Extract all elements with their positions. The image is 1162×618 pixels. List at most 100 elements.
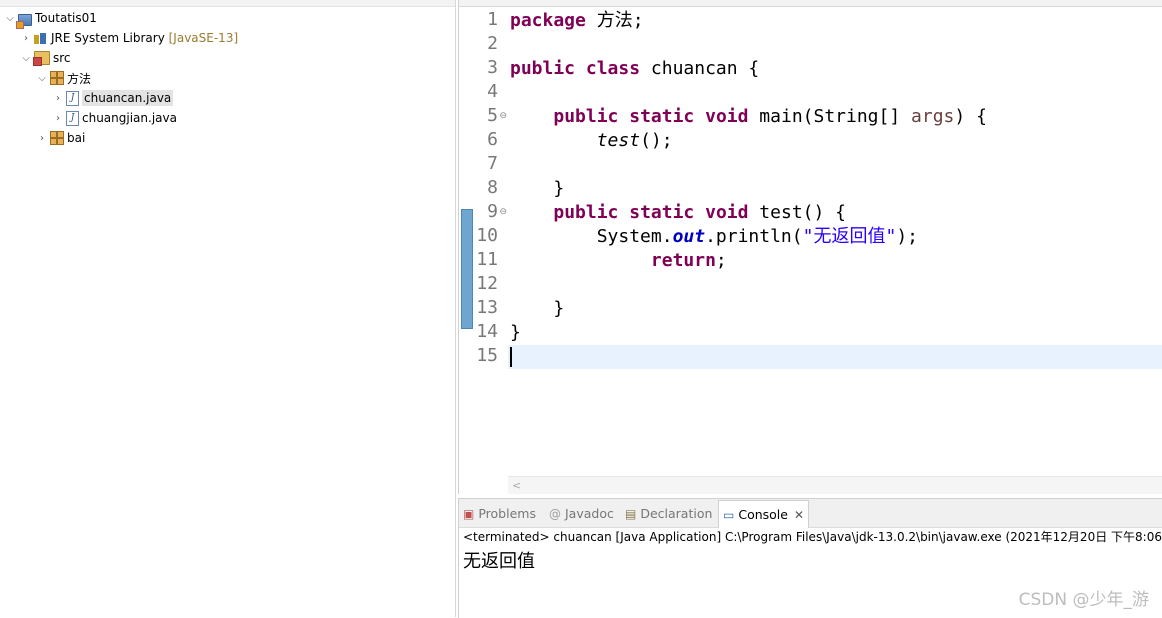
text-caret — [510, 347, 512, 367]
keyword: static — [629, 202, 695, 223]
code-text: chuancan { — [640, 58, 760, 79]
tree-item-src[interactable]: ⌵ src — [20, 48, 71, 68]
line-number: 2 — [487, 33, 498, 54]
close-icon[interactable]: ✕ — [794, 508, 804, 522]
code-text: main(String[] — [748, 106, 912, 127]
editor-tab-strip — [459, 0, 1162, 7]
parameter: args — [911, 106, 955, 127]
tree-item-jre-library[interactable]: › JRE System Library [JavaSE-13] — [20, 28, 238, 48]
chevron-right-icon[interactable]: › — [20, 28, 32, 48]
code-line-9[interactable]: public static void test() { — [510, 201, 846, 225]
chevron-down-icon[interactable]: ⌵ — [36, 68, 48, 88]
keyword: return — [650, 250, 716, 271]
package-explorer: ⌵ Toutatis01 › JRE System Library [JavaS… — [0, 0, 456, 617]
tree-item-label: src — [53, 51, 71, 65]
string-literal: "无返回值" — [802, 226, 897, 247]
library-icon — [34, 32, 48, 44]
declaration-icon: ▤ — [625, 507, 637, 521]
line-number: 15 — [476, 345, 498, 366]
horizontal-scrollbar[interactable]: < — [508, 476, 1162, 494]
tree-item-bai[interactable]: › bai — [36, 128, 85, 148]
tree-item-label: Toutatis01 — [35, 11, 97, 25]
tab-label: Javadoc — [565, 506, 614, 521]
code-text: ; — [715, 250, 727, 271]
console-status-line: <terminated> chuancan [Java Application]… — [463, 530, 1162, 544]
chevron-right-icon[interactable]: › — [52, 108, 64, 128]
code-line-14[interactable]: } — [510, 321, 521, 345]
tab-label: Console — [738, 507, 788, 522]
fold-collapse-icon[interactable]: ⊖ — [499, 200, 507, 224]
at-icon: @ — [549, 507, 561, 521]
chevron-right-icon[interactable]: › — [52, 88, 64, 108]
static-field: out — [672, 226, 706, 247]
line-number: 3 — [487, 57, 498, 78]
fold-collapse-icon[interactable]: ⊖ — [499, 104, 507, 128]
code-line-13[interactable]: } — [510, 297, 564, 321]
jre-version-label: [JavaSE-13] — [168, 31, 239, 45]
java-file-icon: J — [66, 110, 79, 126]
tree-item-project[interactable]: ⌵ Toutatis01 — [4, 8, 97, 29]
keyword: static — [629, 106, 695, 127]
keyword: public — [510, 58, 576, 79]
scroll-left-icon[interactable]: < — [512, 477, 521, 494]
line-number: 14 — [476, 321, 498, 342]
tree-item-package[interactable]: ⌵ 方法 — [36, 68, 91, 88]
code-text: test() { — [748, 202, 847, 223]
package-icon — [50, 71, 64, 85]
code-line-8[interactable]: } — [510, 177, 564, 201]
tree-item-label: chuangjian.java — [82, 111, 177, 125]
line-number: 1 — [487, 9, 498, 30]
project-icon — [16, 13, 32, 29]
tab-console[interactable]: ▭ Console ✕ — [718, 500, 810, 528]
code-text: } — [510, 322, 521, 343]
chevron-right-icon[interactable]: › — [36, 128, 48, 148]
console-icon: ▭ — [723, 508, 735, 522]
code-line-3[interactable]: public class chuancan { — [510, 57, 759, 81]
code-area[interactable]: package 方法; public class chuancan { publ… — [510, 9, 1162, 477]
code-line-6[interactable]: test(); — [510, 129, 673, 153]
code-text: 方法; — [585, 10, 644, 31]
tab-label: Declaration — [640, 506, 713, 521]
line-number: 4 — [487, 81, 498, 102]
java-file-icon: J — [66, 90, 79, 106]
line-number: 7 — [487, 153, 498, 174]
console-output[interactable]: 无返回值 — [463, 551, 535, 573]
tree-item-chuangjian-java[interactable]: › J chuangjian.java — [52, 108, 177, 128]
code-text: .println( — [705, 226, 803, 247]
panel-tab-bar: ▣ Problems @ Javadoc ▤ Declaration ▭ Console… — [459, 499, 1162, 528]
tree-item-label: JRE System Library — [51, 31, 165, 45]
code-line-1[interactable]: package 方法; — [510, 9, 644, 33]
tree-item-label: chuancan.java — [82, 90, 174, 106]
tab-declaration[interactable]: ▤ Declaration — [625, 499, 712, 527]
line-number: 5 — [487, 105, 498, 126]
line-number: 9 — [487, 201, 498, 222]
code-line-15[interactable] — [510, 345, 512, 369]
code-line-10[interactable]: System.out.println("无返回值"); — [510, 225, 918, 249]
line-number: 8 — [487, 177, 498, 198]
bottom-panel: ▣ Problems @ Javadoc ▤ Declaration ▭ Console… — [458, 498, 1162, 618]
chevron-down-icon[interactable]: ⌵ — [20, 48, 32, 68]
keyword: package — [510, 10, 586, 31]
tree-item-chuancan-java[interactable]: › J chuancan.java — [52, 88, 174, 108]
line-number-gutter: 1 2 3 4 5 ⊖ 6 7 8 9 ⊖ 10 11 12 13 14 15 — [459, 8, 508, 476]
tab-problems[interactable]: ▣ Problems — [463, 499, 536, 527]
package-icon — [50, 131, 64, 145]
code-text: ) { — [954, 106, 987, 127]
chevron-down-icon[interactable]: ⌵ — [4, 8, 16, 28]
method-call: test — [596, 130, 641, 151]
code-text: (); — [640, 130, 673, 151]
keyword: void — [705, 202, 749, 223]
line-number: 10 — [476, 225, 498, 246]
keyword: class — [585, 58, 641, 79]
code-editor[interactable]: 1 2 3 4 5 ⊖ 6 7 8 9 ⊖ 10 11 12 13 14 15 … — [458, 0, 1162, 494]
keyword: void — [705, 106, 749, 127]
tree-item-label: 方法 — [67, 71, 92, 86]
tab-javadoc[interactable]: @ Javadoc — [549, 499, 614, 527]
code-text: ); — [896, 226, 918, 247]
code-line-5[interactable]: public static void main(String[] args) { — [510, 105, 987, 129]
code-text: System. — [596, 226, 673, 247]
tab-label: Problems — [478, 506, 536, 521]
explorer-toolbar-strip — [0, 0, 455, 7]
code-line-11[interactable]: return; — [510, 249, 727, 273]
source-folder-icon — [33, 51, 50, 66]
